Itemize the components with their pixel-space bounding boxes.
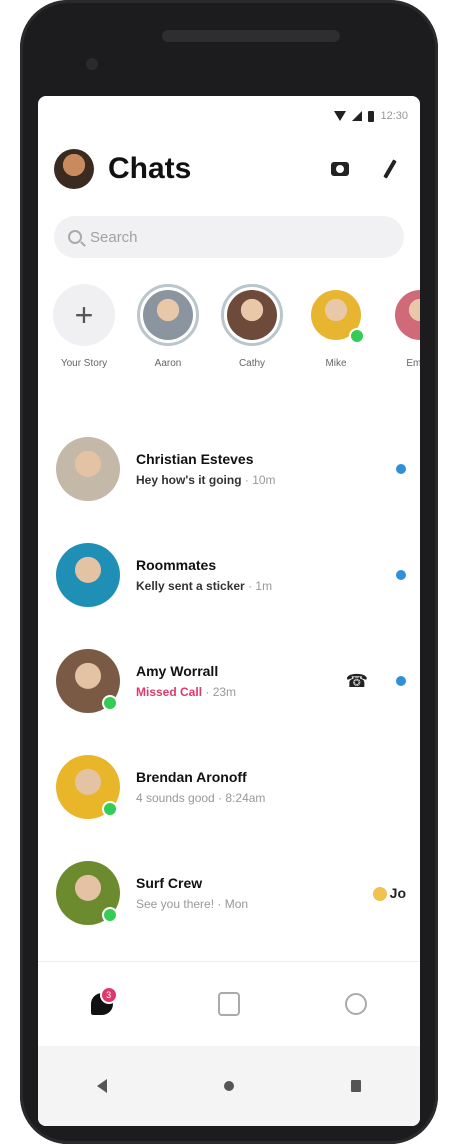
story-name: Cathy bbox=[238, 358, 266, 369]
chat-avatar bbox=[56, 755, 120, 819]
new-message-button[interactable] bbox=[376, 155, 404, 183]
chat-row[interactable]: Christian Esteves Hey how's it going · 10… bbox=[38, 416, 420, 522]
recent-apps-icon[interactable] bbox=[351, 1080, 362, 1092]
add-story-icon: + bbox=[53, 284, 115, 346]
chat-preview: Missed Call · 23m bbox=[136, 685, 346, 699]
story-name: Aaron bbox=[154, 358, 182, 369]
camera-icon bbox=[331, 162, 349, 176]
story-avatar bbox=[305, 284, 367, 346]
reaction-badge: Jo bbox=[372, 884, 406, 902]
nav-people-tab[interactable] bbox=[209, 984, 249, 1024]
chat-row[interactable]: Brendan Aronoff 4 sounds good · 8:24am bbox=[38, 734, 420, 840]
page-title: Chats bbox=[108, 152, 192, 185]
story-item[interactable]: Mike bbox=[300, 284, 372, 394]
phone-call-icon[interactable]: ☎ bbox=[346, 671, 368, 692]
chat-name: Roommates bbox=[136, 557, 217, 573]
compass-icon bbox=[345, 993, 368, 1015]
stories-row: + Your Story Aaron Cathy Mike Emilia bbox=[38, 284, 420, 394]
chat-separator: · bbox=[244, 579, 256, 593]
unread-badge: 3 bbox=[99, 986, 118, 1004]
status-time: 12:30 bbox=[380, 110, 408, 122]
story-item[interactable]: Cathy bbox=[216, 284, 288, 394]
chat-avatar bbox=[56, 543, 120, 607]
battery-icon bbox=[368, 110, 375, 122]
chat-preview: Hey how's it going · 10m bbox=[136, 473, 382, 487]
chat-separator: · bbox=[214, 791, 226, 805]
chat-avatar bbox=[56, 437, 120, 501]
story-face bbox=[227, 290, 277, 340]
pencil-icon bbox=[383, 159, 397, 179]
chat-preview-text: Hey how's it going bbox=[136, 473, 242, 487]
chat-text: Roommates Kelly sent a sticker · 1m bbox=[136, 557, 382, 593]
story-avatar bbox=[137, 284, 199, 346]
chat-time: 10m bbox=[252, 473, 276, 487]
story-avatar bbox=[221, 284, 283, 346]
chat-separator: · bbox=[202, 685, 213, 699]
chat-name: Brendan Aronoff bbox=[136, 769, 247, 785]
chat-text: Christian Esteves Hey how's it going · 10… bbox=[136, 451, 382, 487]
profile-avatar[interactable] bbox=[54, 149, 94, 189]
chat-time: Mon bbox=[224, 897, 249, 911]
chat-preview-text: 4 sounds good bbox=[136, 791, 215, 805]
nav-discover-tab[interactable] bbox=[336, 984, 376, 1024]
home-icon[interactable] bbox=[223, 1081, 234, 1091]
bottom-nav: 3 bbox=[38, 961, 420, 1046]
story-name: Your Story bbox=[60, 358, 108, 369]
chat-time: 23m bbox=[212, 685, 237, 699]
story-face bbox=[395, 290, 420, 340]
earpiece-speaker bbox=[162, 30, 340, 42]
chat-list: Christian Esteves Hey how's it going · 10… bbox=[38, 416, 420, 946]
chat-name: Surf Crew bbox=[136, 875, 203, 891]
story-name: Emilia bbox=[406, 358, 420, 369]
chat-preview: See you there! · Mon bbox=[136, 897, 373, 911]
chat-avatar bbox=[56, 649, 120, 713]
chat-avatar bbox=[56, 861, 120, 925]
chat-preview-text: Kelly sent a sticker bbox=[136, 579, 245, 593]
status-bar: 12:30 bbox=[38, 96, 420, 136]
signal-icon bbox=[352, 111, 363, 121]
search-placeholder: Search bbox=[90, 228, 138, 246]
search-input[interactable]: Search bbox=[54, 216, 404, 258]
chat-text: Surf Crew See you there! · Mon bbox=[136, 875, 373, 911]
unread-dot bbox=[396, 464, 406, 474]
front-camera bbox=[86, 58, 98, 70]
chat-time: 1m bbox=[255, 579, 273, 593]
search-icon bbox=[68, 230, 82, 244]
chat-preview: 4 sounds good · 8:24am bbox=[136, 791, 406, 805]
chat-name: Christian Esteves bbox=[136, 451, 254, 467]
chat-preview-text: See you there! bbox=[136, 897, 215, 911]
chat-row[interactable]: Amy Worrall Missed Call · 23m ☎ bbox=[38, 628, 420, 734]
story-avatar bbox=[389, 284, 420, 346]
camera-button[interactable] bbox=[326, 155, 354, 183]
story-item[interactable]: Aaron bbox=[132, 284, 204, 394]
chat-time: 8:24am bbox=[225, 791, 266, 805]
story-face bbox=[311, 290, 361, 340]
back-icon[interactable] bbox=[96, 1079, 107, 1093]
wifi-icon bbox=[334, 111, 347, 121]
people-icon bbox=[217, 992, 240, 1016]
chat-row[interactable]: Roommates Kelly sent a sticker · 1m bbox=[38, 522, 420, 628]
chat-separator: · bbox=[214, 897, 225, 911]
chats-header: Chats bbox=[38, 136, 420, 202]
nav-chats-tab[interactable]: 3 bbox=[82, 984, 122, 1024]
chat-text: Amy Worrall Missed Call · 23m bbox=[136, 663, 346, 699]
chat-preview: Kelly sent a sticker · 1m bbox=[136, 579, 382, 593]
system-nav-bar bbox=[38, 1046, 420, 1126]
story-face bbox=[143, 290, 193, 340]
chat-row[interactable]: Surf Crew See you there! · Mon Jo bbox=[38, 840, 420, 946]
phone-frame: 12:30 Chats Search + Your Story Aaron Cathy… bbox=[20, 0, 438, 1144]
chat-name: Amy Worrall bbox=[136, 663, 219, 679]
unread-dot bbox=[396, 570, 406, 580]
emoji-icon bbox=[372, 887, 387, 902]
story-item[interactable]: Emilia bbox=[384, 284, 420, 394]
chat-text: Brendan Aronoff 4 sounds good · 8:24am bbox=[136, 769, 406, 805]
reaction-badge-text: Jo bbox=[389, 884, 406, 901]
story-name: Mike bbox=[325, 358, 347, 369]
story-item[interactable]: + Your Story bbox=[48, 284, 120, 394]
app-screen: 12:30 Chats Search + Your Story Aaron Cathy… bbox=[38, 96, 420, 1126]
chat-preview-text: Missed Call bbox=[136, 685, 203, 699]
chat-separator: · bbox=[241, 473, 253, 487]
unread-dot bbox=[396, 676, 406, 686]
